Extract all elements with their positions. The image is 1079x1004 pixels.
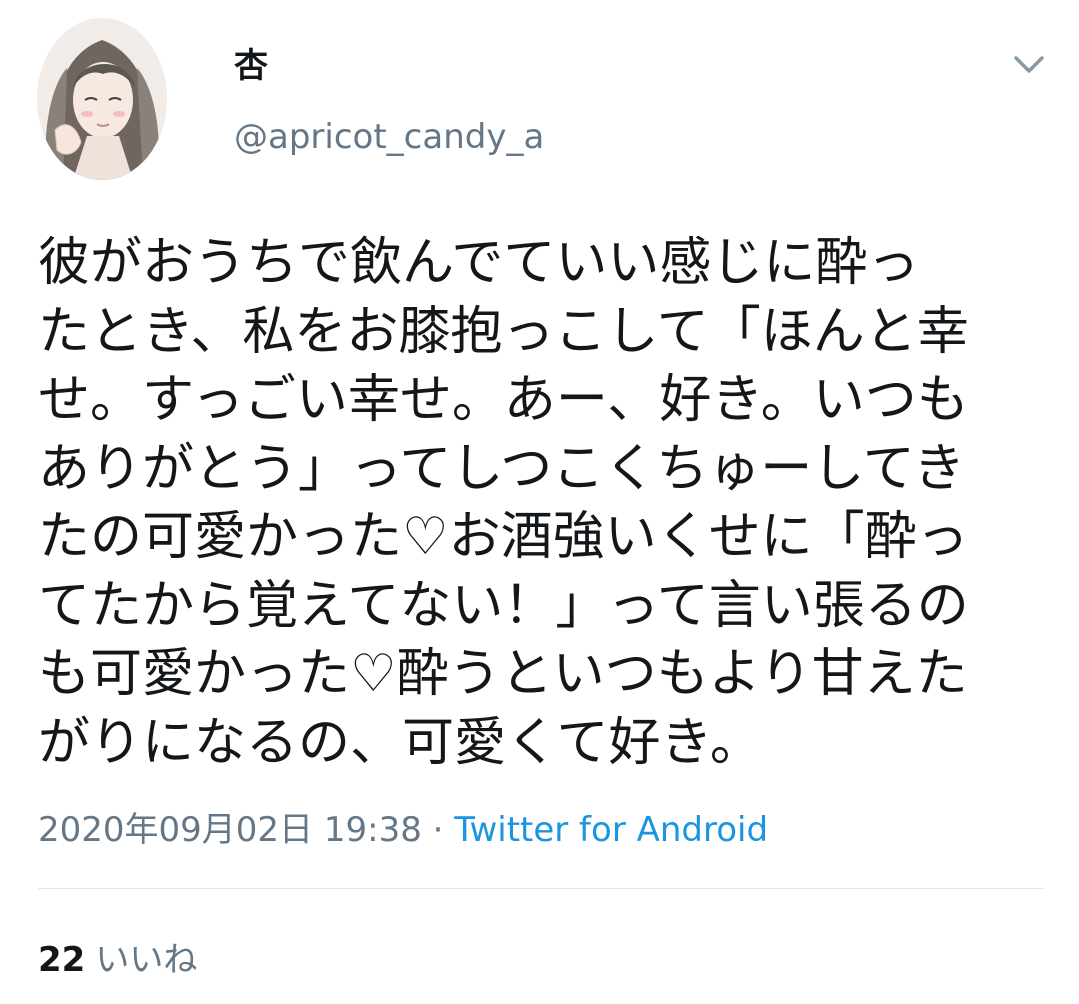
display-name[interactable]: 杏 — [234, 46, 268, 86]
tweet-text-line: たの可愛かった♡お酒強いくせに「酔っ — [38, 507, 969, 567]
tweet-text-line: も可愛かった♡酔うといつもより甘えた — [38, 644, 968, 704]
avatar-illustration — [37, 18, 167, 180]
tweet-text-line: ありがとう」ってしつこくちゅーしてき — [38, 438, 966, 499]
avatar[interactable] — [37, 18, 167, 180]
user-handle[interactable]: @apricot_candy_a — [234, 117, 544, 157]
likes-count: 22 — [38, 940, 86, 980]
tweet-text-line: せ。すっごい幸せ。あー、好き。いつも — [38, 370, 969, 430]
meta-separator: · — [432, 810, 444, 850]
tweet-text: 彼がおうちで飲んでていい感じに酔っ たとき、私をお膝抱っこして「ほんと幸 せ。す… — [38, 229, 1058, 777]
likes-label: いいね — [95, 940, 198, 980]
tweet-text-line: 彼がおうちで飲んでていい感じに酔っ — [38, 233, 920, 293]
tweet-timestamp[interactable]: 2020年09月02日 19:38 — [38, 810, 422, 850]
tweet-source-link[interactable]: Twitter for Android — [454, 810, 768, 850]
tweet-text-line: てたから覚えてない！」って言い張るの — [38, 575, 969, 636]
likes-stat[interactable]: 22 いいね — [38, 940, 197, 980]
divider — [38, 888, 1044, 889]
tweet-text-line: がりになるの、可愛くて好き。 — [38, 712, 762, 773]
tweet-text-line: たとき、私をお膝抱っこして「ほんと幸 — [38, 301, 969, 362]
chevron-down-icon[interactable] — [1008, 44, 1050, 84]
tweet-meta: 2020年09月02日 19:38 · Twitter for Android — [38, 810, 768, 850]
